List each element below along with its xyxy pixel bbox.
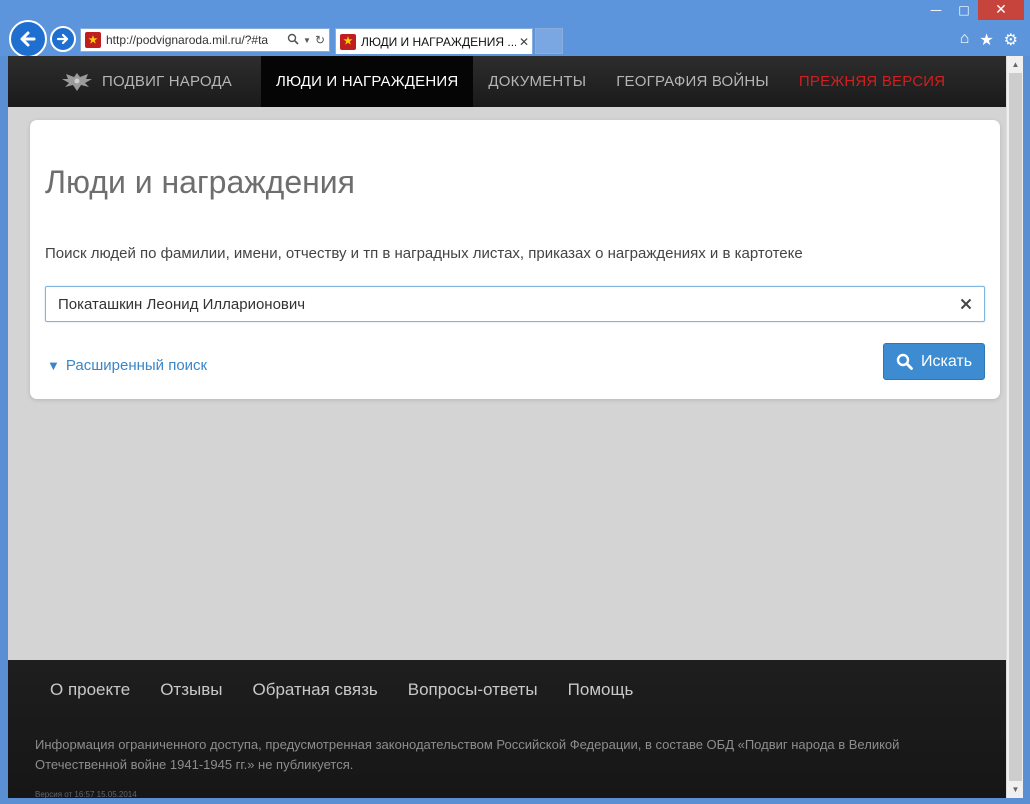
forward-button[interactable] <box>50 26 76 52</box>
address-bar[interactable]: ★ http://podvignaroda.mil.ru/?#ta ▼ ↻ <box>80 28 330 52</box>
arrow-right-icon <box>56 33 69 45</box>
refresh-icon[interactable]: ↻ <box>315 33 325 47</box>
triangle-down-icon: ▼ <box>47 358 60 373</box>
favorites-star-icon[interactable]: ★ <box>979 30 993 50</box>
address-url: http://podvignaroda.mil.ru/?#ta <box>106 33 269 47</box>
site-header: ПОДВИГ НАРОДА ЛЮДИ И НАГРАЖДЕНИЯ ДОКУМЕН… <box>8 56 1006 107</box>
home-icon[interactable]: ⌂ <box>960 30 970 50</box>
tab-favicon-icon: ★ <box>340 33 356 50</box>
search-input[interactable]: Покаташкин Леонид Илларионович <box>45 286 985 322</box>
search-button[interactable]: Искать <box>883 343 985 380</box>
window-controls: — □ ✕ <box>922 0 1024 20</box>
back-button[interactable] <box>9 20 47 58</box>
advanced-search-toggle[interactable]: ▼ Расширенный поиск <box>47 357 207 374</box>
settings-gear-icon[interactable]: ⚙ <box>1004 30 1018 50</box>
eagle-emblem-icon <box>62 72 92 91</box>
page-title: Люди и награждения <box>45 164 355 200</box>
vertical-scrollbar[interactable]: ▲ ▼ <box>1006 56 1023 798</box>
search-button-label: Искать <box>920 352 973 370</box>
nav-item-war-geography[interactable]: ГЕОГРАФИЯ ВОЙНЫ <box>601 56 784 107</box>
site-footer: О проекте Отзывы Обратная связь Вопросы-… <box>8 660 1006 798</box>
search-input-value: Покаташкин Леонид Илларионович <box>58 295 306 313</box>
nav-item-previous-version[interactable]: ПРЕЖНЯЯ ВЕРСИЯ <box>784 56 960 107</box>
maximize-button[interactable]: □ <box>950 0 978 20</box>
browser-chrome: — □ ✕ ★ http://podvignaroda.mil.ru/?#ta … <box>0 0 1030 58</box>
dropdown-arrow-icon[interactable]: ▼ <box>303 36 311 45</box>
scroll-up-arrow-icon[interactable]: ▲ <box>1007 56 1024 73</box>
advanced-search-label: Расширенный поиск <box>65 357 208 374</box>
footer-link-help[interactable]: Помощь <box>568 680 634 700</box>
arrow-left-icon <box>20 31 36 47</box>
nav-item-documents[interactable]: ДОКУМЕНТЫ <box>473 56 601 107</box>
page-viewport: ПОДВИГ НАРОДА ЛЮДИ И НАГРАЖДЕНИЯ ДОКУМЕН… <box>8 56 1006 798</box>
footer-link-reviews[interactable]: Отзывы <box>160 680 222 700</box>
clear-search-icon[interactable] <box>948 298 984 310</box>
scroll-down-arrow-icon[interactable]: ▼ <box>1007 781 1024 798</box>
footer-link-faq[interactable]: Вопросы-ответы <box>408 680 538 700</box>
magnifier-icon <box>896 353 913 370</box>
site-logo[interactable]: ПОДВИГ НАРОДА <box>60 56 247 107</box>
search-icon[interactable] <box>287 33 299 48</box>
new-tab-button[interactable] <box>535 28 563 54</box>
footer-link-feedback[interactable]: Обратная связь <box>252 680 377 700</box>
close-window-button[interactable]: ✕ <box>978 0 1024 20</box>
site-favicon-icon: ★ <box>85 32 101 48</box>
tab-close-icon[interactable]: ✕ <box>516 35 532 49</box>
footer-info-text: Информация ограниченного доступа, предус… <box>35 737 900 772</box>
tab-title: ЛЮДИ И НАГРАЖДЕНИЯ ... <box>361 34 516 49</box>
footer-link-about[interactable]: О проекте <box>50 680 130 700</box>
nav-item-podvig-naroda[interactable]: ПОДВИГ НАРОДА <box>102 73 247 90</box>
search-card: Люди и награждения Поиск людей по фамили… <box>30 120 1000 399</box>
minimize-button[interactable]: — <box>922 0 950 20</box>
browser-tab-active[interactable]: ★ ЛЮДИ И НАГРАЖДЕНИЯ ... ✕ <box>335 28 533 54</box>
nav-item-people-awards[interactable]: ЛЮДИ И НАГРАЖДЕНИЯ <box>260 56 474 107</box>
footer-version: Версия от 16:57 15.05.2014 <box>35 790 137 798</box>
search-description: Поиск людей по фамилии, имени, отчеству … <box>45 245 803 262</box>
footer-links: О проекте Отзывы Обратная связь Вопросы-… <box>50 680 633 700</box>
scrollbar-thumb[interactable] <box>1009 73 1022 781</box>
